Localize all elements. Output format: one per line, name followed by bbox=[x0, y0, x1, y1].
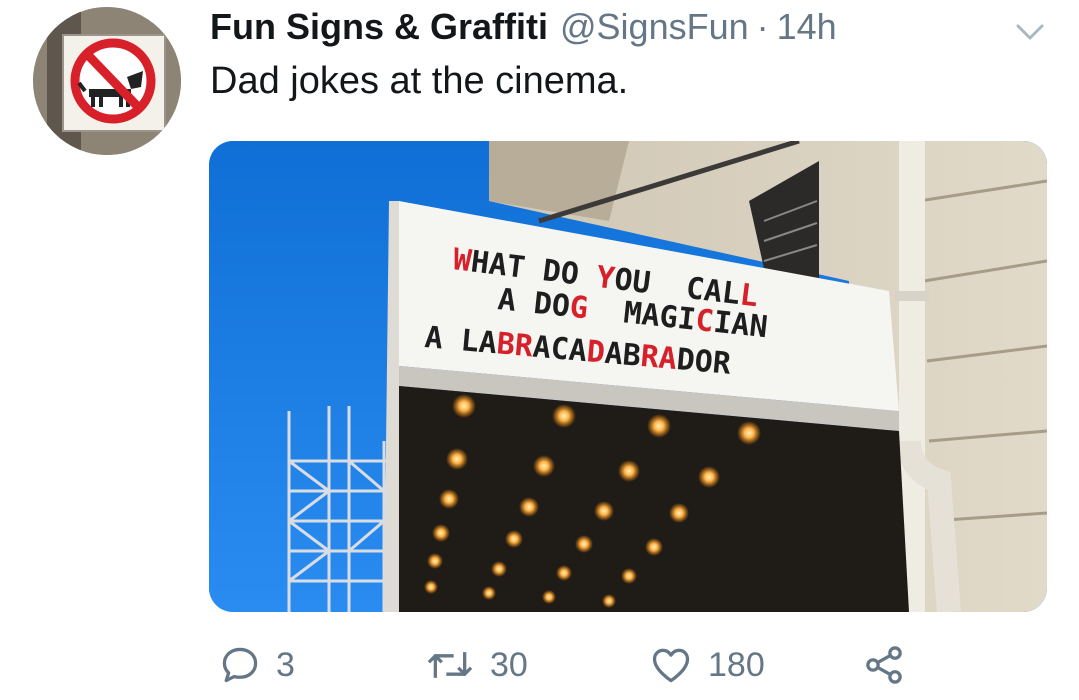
avatar[interactable] bbox=[33, 7, 181, 155]
share-icon bbox=[866, 646, 902, 684]
no-dogs-sign-icon bbox=[33, 7, 181, 155]
timestamp[interactable]: 14h bbox=[777, 2, 837, 52]
chevron-down-icon[interactable] bbox=[1012, 14, 1048, 50]
heart-icon bbox=[652, 648, 690, 683]
separator: · bbox=[756, 6, 769, 47]
tweet-header: Fun Signs & Graffiti @SignsFun · 14h bbox=[210, 2, 837, 52]
reply-count: 3 bbox=[276, 645, 295, 684]
retweet-count: 30 bbox=[490, 645, 528, 684]
tweet-photo[interactable]: WHAT DO YOU CALL A DOG MAGICIAN A LABRAC… bbox=[209, 141, 1047, 612]
reply-button[interactable]: 3 bbox=[218, 630, 295, 700]
display-name[interactable]: Fun Signs & Graffiti bbox=[210, 2, 548, 52]
tweet-actions: 3 30 180 bbox=[0, 630, 1079, 700]
like-button[interactable]: 180 bbox=[648, 630, 765, 700]
share-button[interactable] bbox=[860, 630, 908, 700]
like-count: 180 bbox=[708, 645, 765, 684]
user-handle[interactable]: @SignsFun bbox=[560, 2, 749, 52]
tweet-text: Dad jokes at the cinema. bbox=[210, 60, 629, 102]
cinema-marquee-photo: WHAT DO YOU CALL A DOG MAGICIAN A LABRAC… bbox=[209, 141, 1047, 612]
retweet-button[interactable]: 30 bbox=[424, 630, 528, 700]
retweet-icon bbox=[427, 652, 473, 678]
reply-icon bbox=[222, 647, 258, 683]
